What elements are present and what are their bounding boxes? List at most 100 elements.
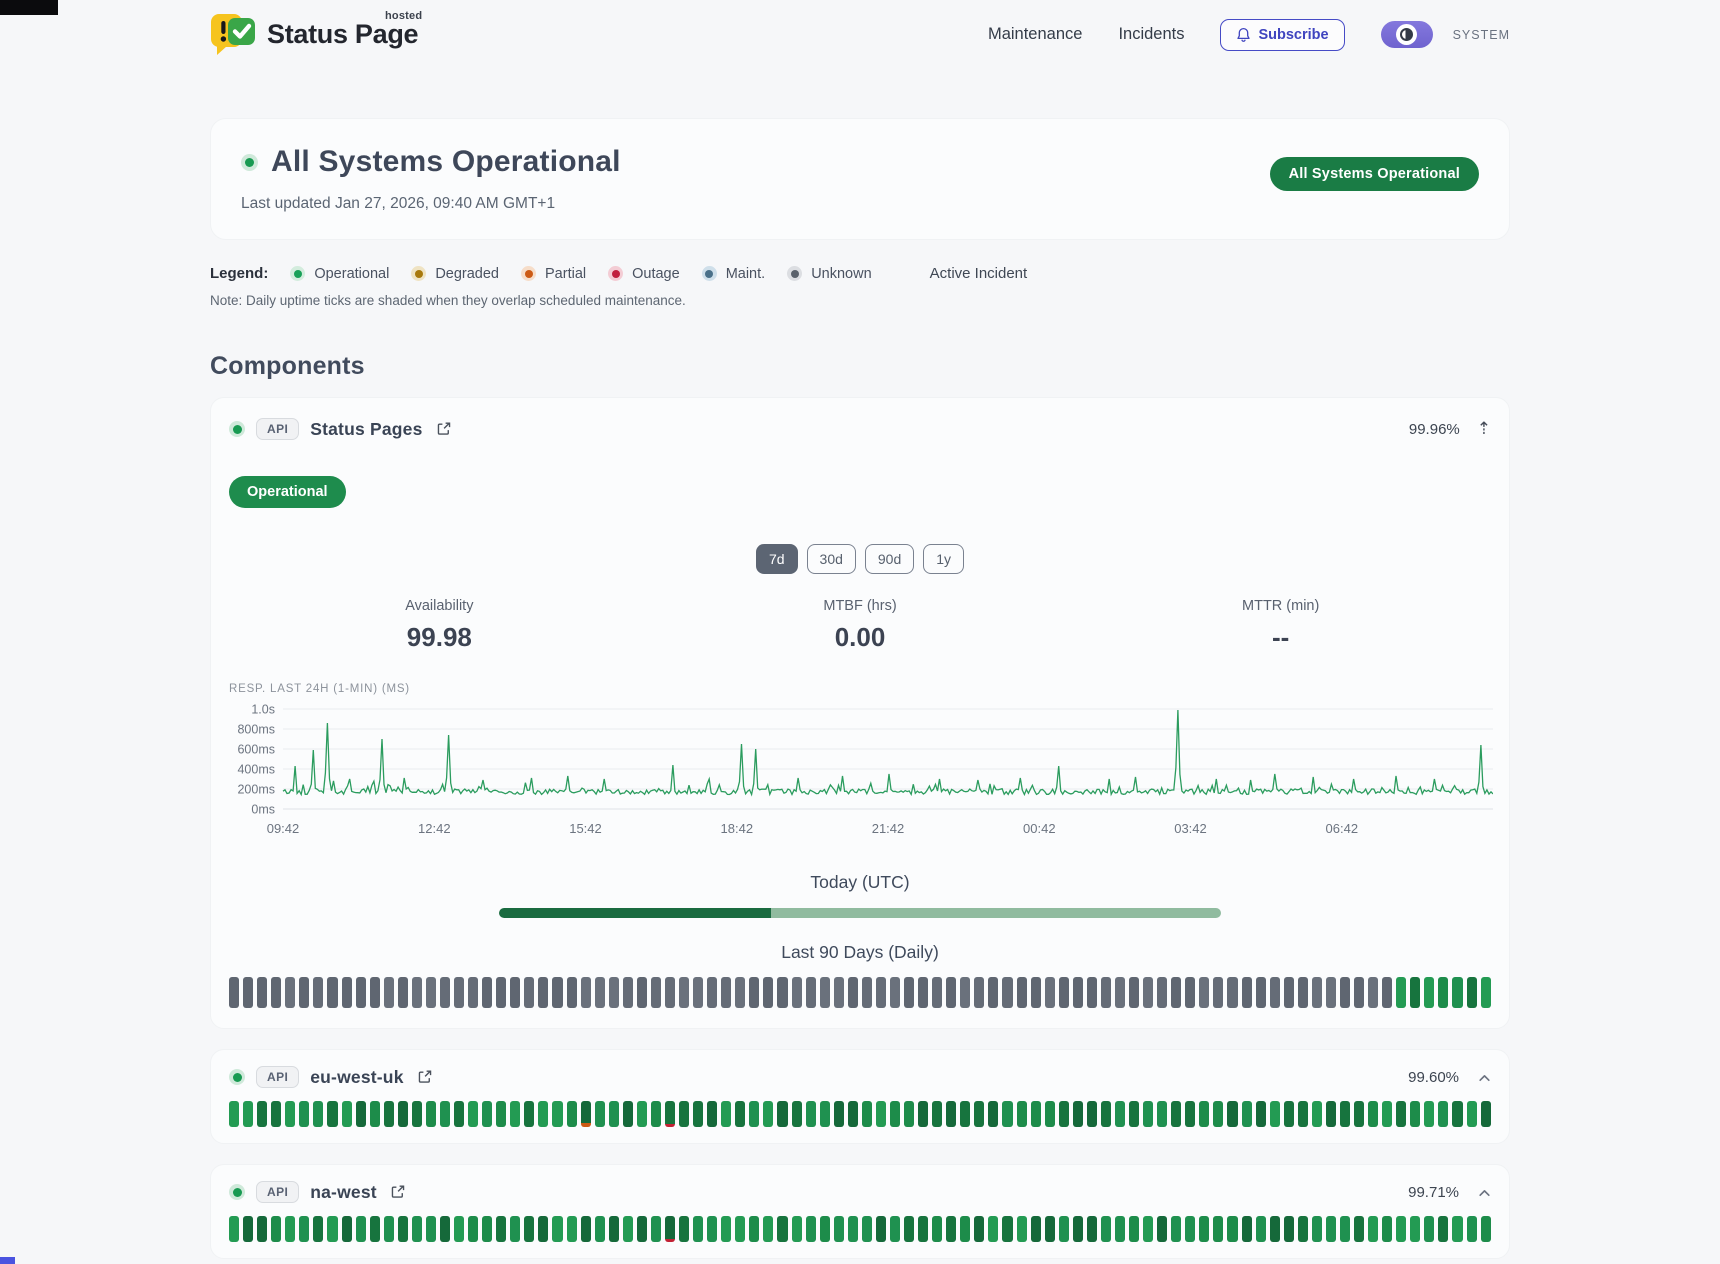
uptime-tick[interactable] — [454, 1216, 464, 1242]
uptime-tick[interactable] — [1213, 1216, 1223, 1242]
uptime-tick[interactable] — [1171, 1101, 1181, 1127]
uptime-tick[interactable] — [1382, 977, 1392, 1008]
uptime-tick[interactable] — [313, 1101, 323, 1127]
uptime-tick[interactable] — [595, 1101, 605, 1127]
uptime-tick[interactable] — [1073, 1101, 1083, 1127]
uptime-tick[interactable] — [1340, 1216, 1350, 1242]
uptime-tick[interactable] — [1143, 1101, 1153, 1127]
uptime-tick[interactable] — [538, 1101, 548, 1127]
uptime-tick[interactable] — [1410, 977, 1420, 1008]
uptime-tick[interactable] — [1284, 977, 1294, 1008]
uptime-tick[interactable] — [1115, 1216, 1125, 1242]
uptime-tick[interactable] — [806, 1216, 816, 1242]
uptime-tick[interactable] — [1087, 1101, 1097, 1127]
uptime-tick[interactable] — [749, 1101, 759, 1127]
uptime-tick[interactable] — [1143, 977, 1153, 1008]
uptime-tick[interactable] — [763, 1101, 773, 1127]
uptime-tick[interactable] — [426, 977, 436, 1008]
uptime-tick[interactable] — [777, 1101, 787, 1127]
uptime-tick[interactable] — [679, 1216, 689, 1242]
uptime-tick[interactable] — [1424, 1216, 1434, 1242]
uptime-tick[interactable] — [946, 1101, 956, 1127]
uptime-tick[interactable] — [735, 977, 745, 1008]
uptime-tick[interactable] — [552, 977, 562, 1008]
uptime-tick[interactable] — [1031, 1101, 1041, 1127]
uptime-tick[interactable] — [384, 1101, 394, 1127]
uptime-tick[interactable] — [1481, 977, 1491, 1008]
uptime-tick[interactable] — [1481, 1216, 1491, 1242]
uptime-tick[interactable] — [468, 1216, 478, 1242]
uptime-tick[interactable] — [637, 1101, 647, 1127]
uptime-tick[interactable] — [721, 977, 731, 1008]
uptime-tick[interactable] — [1002, 1101, 1012, 1127]
uptime-tick[interactable] — [342, 1216, 352, 1242]
uptime-tick[interactable] — [960, 1101, 970, 1127]
uptime-tick[interactable] — [342, 1101, 352, 1127]
uptime-tick[interactable] — [1452, 1101, 1462, 1127]
uptime-tick[interactable] — [581, 977, 591, 1008]
uptime-tick[interactable] — [623, 1216, 633, 1242]
uptime-tick[interactable] — [426, 1101, 436, 1127]
uptime-tick[interactable] — [313, 977, 323, 1008]
uptime-tick[interactable] — [412, 977, 422, 1008]
uptime-tick[interactable] — [1242, 1101, 1252, 1127]
uptime-tick[interactable] — [510, 1216, 520, 1242]
uptime-tick[interactable] — [1424, 1101, 1434, 1127]
subscribe-button[interactable]: Subscribe — [1220, 19, 1344, 51]
uptime-tick[interactable] — [1298, 1216, 1308, 1242]
uptime-tick[interactable] — [820, 977, 830, 1008]
uptime-tick[interactable] — [1312, 1101, 1322, 1127]
uptime-tick[interactable] — [510, 1101, 520, 1127]
uptime-tick[interactable] — [735, 1216, 745, 1242]
uptime-tick[interactable] — [1073, 977, 1083, 1008]
uptime-tick[interactable] — [299, 977, 309, 1008]
uptime-tick[interactable] — [848, 1216, 858, 1242]
uptime-tick[interactable] — [721, 1101, 731, 1127]
uptime-tick[interactable] — [581, 1216, 591, 1242]
uptime-tick[interactable] — [229, 1101, 239, 1127]
uptime-tick[interactable] — [1438, 1216, 1448, 1242]
uptime-tick[interactable] — [1059, 1216, 1069, 1242]
uptime-tick[interactable] — [665, 1216, 675, 1242]
uptime-tick[interactable] — [285, 977, 295, 1008]
uptime-tick[interactable] — [974, 1101, 984, 1127]
uptime-tick[interactable] — [1340, 1101, 1350, 1127]
uptime-tick[interactable] — [1185, 1216, 1195, 1242]
uptime-tick[interactable] — [356, 1216, 366, 1242]
uptime-tick[interactable] — [1199, 1101, 1209, 1127]
uptime-tick[interactable] — [904, 1101, 914, 1127]
uptime-tick[interactable] — [1298, 1101, 1308, 1127]
uptime-tick[interactable] — [918, 977, 928, 1008]
uptime-tick[interactable] — [623, 977, 633, 1008]
uptime-tick[interactable] — [946, 1216, 956, 1242]
uptime-tick[interactable] — [806, 1101, 816, 1127]
uptime-tick[interactable] — [398, 977, 408, 1008]
uptime-tick[interactable] — [496, 977, 506, 1008]
uptime-tick[interactable] — [974, 977, 984, 1008]
uptime-tick[interactable] — [820, 1101, 830, 1127]
uptime-tick[interactable] — [876, 977, 886, 1008]
uptime-tick[interactable] — [707, 1101, 717, 1127]
uptime-tick[interactable] — [988, 977, 998, 1008]
uptime-tick[interactable] — [1396, 1101, 1406, 1127]
theme-toggle[interactable] — [1381, 21, 1433, 48]
uptime-tick[interactable] — [1059, 1101, 1069, 1127]
uptime-tick[interactable] — [1199, 1216, 1209, 1242]
uptime-tick[interactable] — [1213, 977, 1223, 1008]
uptime-tick[interactable] — [327, 1101, 337, 1127]
uptime-tick[interactable] — [567, 1101, 577, 1127]
uptime-tick[interactable] — [524, 977, 534, 1008]
uptime-tick[interactable] — [1354, 977, 1364, 1008]
uptime-tick[interactable] — [1002, 1216, 1012, 1242]
uptime-tick[interactable] — [707, 977, 717, 1008]
uptime-tick[interactable] — [1270, 1216, 1280, 1242]
uptime-tick[interactable] — [1101, 1101, 1111, 1127]
uptime-tick[interactable] — [1087, 1216, 1097, 1242]
uptime-tick[interactable] — [496, 1216, 506, 1242]
uptime-tick[interactable] — [1467, 1216, 1477, 1242]
uptime-tick[interactable] — [946, 977, 956, 1008]
external-link-icon[interactable] — [390, 1184, 406, 1200]
uptime-tick[interactable] — [271, 1216, 281, 1242]
uptime-tick[interactable] — [1438, 1101, 1448, 1127]
uptime-tick[interactable] — [595, 977, 605, 1008]
